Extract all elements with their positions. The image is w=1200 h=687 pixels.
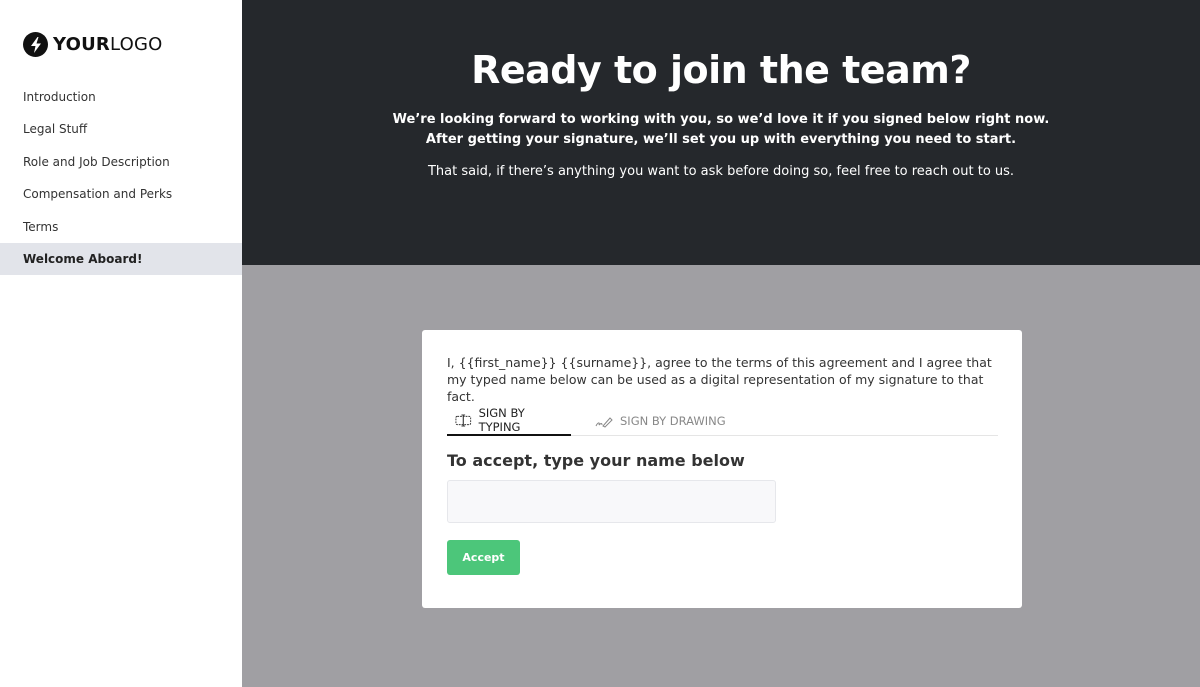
lightning-bolt-icon bbox=[23, 32, 48, 57]
logo-text-light: LOGO bbox=[109, 34, 163, 55]
pen-signature-icon bbox=[595, 416, 613, 428]
sidebar-item-terms[interactable]: Terms bbox=[0, 211, 242, 243]
hero-note: That said, if there’s anything you want … bbox=[427, 164, 1015, 179]
hero-subtitle-line-2: After getting your signature, we’ll set … bbox=[425, 132, 1017, 147]
tab-sign-by-typing-label: SIGN BY TYPING bbox=[478, 406, 525, 434]
tab-sign-by-drawing[interactable]: SIGN BY DRAWING bbox=[587, 406, 734, 436]
sidebar-nav: Introduction Legal Stuff Role and Job De… bbox=[0, 81, 242, 276]
accept-button[interactable]: Accept bbox=[447, 540, 520, 575]
hero-subtitle-line-1: We’re looking forward to working with yo… bbox=[392, 112, 1050, 127]
logo-text: YOURLOGO bbox=[53, 34, 162, 55]
agreement-text: I, {{first_name}} {{surname}}, agree to … bbox=[447, 355, 992, 404]
sidebar-item-compensation-and-perks[interactable]: Compensation and Perks bbox=[0, 178, 242, 210]
hero-section: Ready to join the team? We’re looking fo… bbox=[242, 0, 1200, 265]
tab-sign-by-drawing-label: SIGN BY DRAWING bbox=[620, 414, 726, 428]
sidebar-item-welcome-aboard[interactable]: Welcome Aboard! bbox=[0, 242, 242, 276]
logo-text-bold: YOUR bbox=[53, 34, 110, 55]
logo[interactable]: YOURLOGO bbox=[23, 32, 162, 57]
sidebar-item-introduction[interactable]: Introduction bbox=[0, 81, 242, 113]
tab-sign-by-typing[interactable]: SIGN BY TYPING bbox=[447, 406, 571, 436]
text-cursor-box-icon bbox=[455, 414, 472, 426]
signature-tabs: SIGN BY TYPING SIGN BY DRAWING bbox=[447, 406, 998, 436]
page-title: Ready to join the team? bbox=[471, 48, 971, 92]
name-input[interactable] bbox=[447, 480, 776, 523]
signature-card: I, {{first_name}} {{surname}}, agree to … bbox=[422, 330, 1022, 608]
hero-subtitle: We’re looking forward to working with yo… bbox=[242, 110, 1200, 150]
accept-instruction: To accept, type your name below bbox=[447, 451, 745, 470]
sidebar-item-legal-stuff[interactable]: Legal Stuff bbox=[0, 113, 242, 145]
sidebar: YOURLOGO Introduction Legal Stuff Role a… bbox=[0, 0, 242, 687]
sidebar-item-role-and-job-description[interactable]: Role and Job Description bbox=[0, 146, 242, 178]
